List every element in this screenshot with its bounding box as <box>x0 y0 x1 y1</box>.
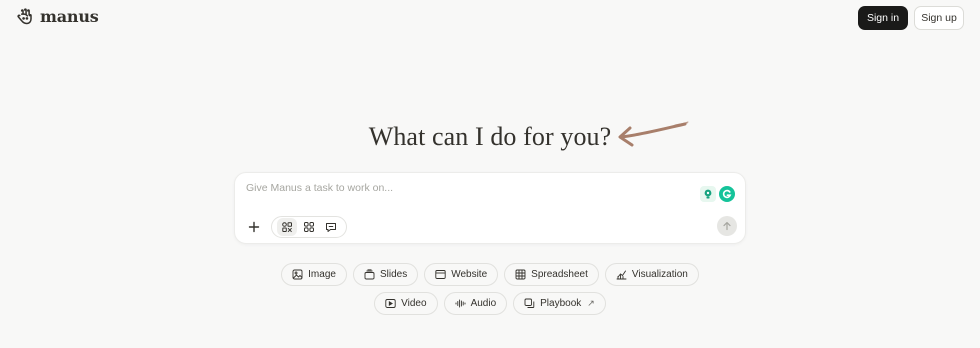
chip-spreadsheet[interactable]: Spreadsheet <box>504 263 599 286</box>
chip-slides[interactable]: Slides <box>352 263 419 286</box>
playbook-icon <box>524 298 535 308</box>
website-icon <box>435 270 446 279</box>
external-link-icon: ↗ <box>587 298 595 308</box>
task-input[interactable] <box>246 182 666 194</box>
manus-logo-icon <box>17 8 32 25</box>
chip-playbook[interactable]: Playbook ↗ <box>513 292 606 315</box>
extension-icons <box>700 186 735 202</box>
chip-label: Visualization <box>631 269 688 280</box>
lightbulb-icon <box>704 189 712 199</box>
arrow-up-icon <box>723 222 731 231</box>
lightbulb-extension-icon[interactable] <box>700 186 716 202</box>
chip-image[interactable]: Image <box>281 263 347 286</box>
quick-actions-row-1: Image Slides Website Spreadsheet Visuali… <box>0 263 980 286</box>
spreadsheet-icon <box>515 269 526 280</box>
grammarly-g-icon <box>722 189 732 199</box>
mode-toolbar <box>271 216 347 238</box>
chip-visualization[interactable]: Visualization <box>604 263 699 286</box>
chat-bubble-icon <box>326 223 336 232</box>
chip-label: Playbook <box>540 298 582 309</box>
image-icon <box>292 269 303 280</box>
plus-icon <box>248 221 260 233</box>
chip-video[interactable]: Video <box>374 292 438 315</box>
add-attachment-button[interactable] <box>244 217 264 237</box>
chip-label: Video <box>401 298 427 309</box>
page-headline: What can I do for you? <box>368 122 612 151</box>
sign-up-button[interactable]: Sign up <box>914 6 964 30</box>
chip-label: Image <box>308 269 336 280</box>
agent-mode-icon <box>282 222 292 233</box>
chip-label: Audio <box>470 298 497 309</box>
slides-icon <box>364 269 375 280</box>
sign-in-button[interactable]: Sign in <box>858 6 908 30</box>
quick-actions-row-2: Video Audio Playbook ↗ <box>0 292 980 315</box>
brand-logo[interactable]: manus <box>16 7 99 27</box>
send-button[interactable] <box>717 216 737 236</box>
auth-buttons: Sign in Sign up <box>858 6 964 30</box>
chip-label: Slides <box>379 269 408 280</box>
chip-audio[interactable]: Audio <box>443 292 508 315</box>
visualization-icon <box>616 270 627 280</box>
grammarly-icon[interactable] <box>719 186 735 202</box>
agent-mode-button[interactable] <box>277 218 297 236</box>
video-icon <box>385 299 396 308</box>
chat-mode-button[interactable] <box>321 218 341 236</box>
chip-label: Website <box>451 269 488 280</box>
pointing-arrow-icon <box>618 121 689 147</box>
apps-button[interactable] <box>299 218 319 236</box>
brand-name: manus <box>40 7 99 26</box>
audio-icon <box>455 299 466 308</box>
chip-label: Spreadsheet <box>531 269 588 280</box>
apps-grid-icon <box>304 222 314 232</box>
task-composer <box>234 172 746 244</box>
chip-website[interactable]: Website <box>424 263 499 286</box>
